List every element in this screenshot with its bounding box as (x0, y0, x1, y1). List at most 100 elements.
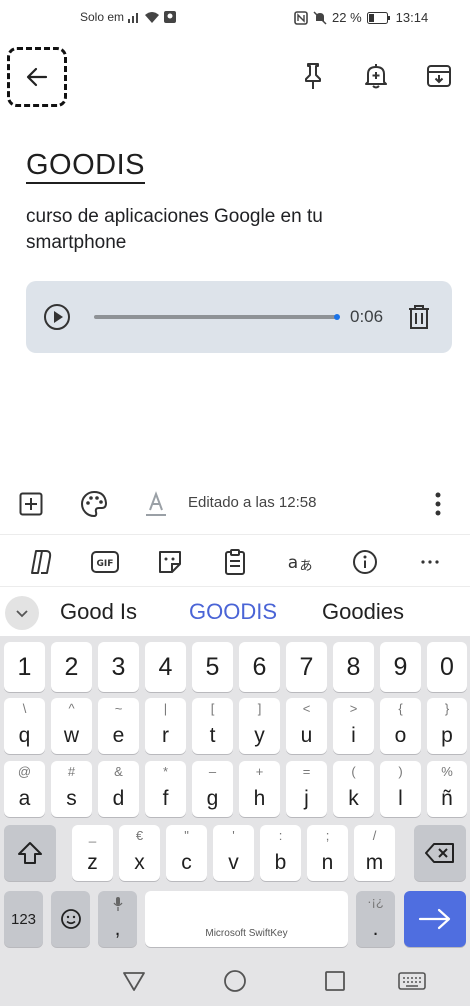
suggestion-2[interactable]: GOODIS (189, 599, 277, 625)
key-label: 1 (17, 652, 32, 681)
comma-key[interactable]: , (98, 891, 137, 947)
key-label: p (441, 724, 453, 747)
key-u[interactable]: < u (286, 698, 327, 754)
key-1[interactable]: 1 (4, 642, 45, 692)
key-hint: ' (232, 828, 235, 843)
key-3[interactable]: 3 (98, 642, 139, 692)
key-7[interactable]: 7 (286, 642, 327, 692)
back-button[interactable] (7, 47, 67, 107)
key-label: q (18, 724, 31, 747)
key-v[interactable]: ' v (213, 825, 254, 881)
key-m[interactable]: / m (354, 825, 395, 881)
nav-recents-button[interactable] (322, 968, 348, 994)
enter-key[interactable] (404, 891, 466, 947)
key-hint: ) (398, 764, 403, 779)
key-n[interactable]: ; n (307, 825, 348, 881)
reminder-button[interactable] (360, 60, 392, 92)
key-hint: – (208, 764, 217, 779)
emoji-key[interactable] (51, 891, 90, 947)
key-g[interactable]: – g (192, 761, 233, 817)
key-s[interactable]: # s (51, 761, 92, 817)
more-vert-icon (434, 492, 442, 516)
key-hint: + (255, 764, 264, 779)
key-5[interactable]: 5 (192, 642, 233, 692)
notification-icon (163, 10, 177, 24)
play-button[interactable] (42, 302, 72, 332)
key-6[interactable]: 6 (239, 642, 280, 692)
key-label: , (114, 917, 121, 940)
key-label: 5 (205, 652, 220, 681)
key-e[interactable]: ~ e (98, 698, 139, 754)
expand-suggestions-button[interactable] (5, 596, 39, 630)
key-r[interactable]: | r (145, 698, 186, 754)
key-y[interactable]: ] y (239, 698, 280, 754)
key-z[interactable]: _ z (72, 825, 113, 881)
key-q[interactable]: \ q (4, 698, 45, 754)
space-bar[interactable]: Microsoft SwiftKey (145, 891, 348, 947)
key-f[interactable]: * f (145, 761, 186, 817)
key-n-tilde[interactable]: % ñ (427, 761, 467, 817)
key-8[interactable]: 8 (333, 642, 374, 692)
key-t[interactable]: [t (192, 698, 233, 754)
key-p[interactable]: } p (427, 698, 467, 754)
key-2[interactable]: 2 (51, 642, 92, 692)
status-right: 22 % 13:14 (294, 10, 428, 25)
key-label: . (372, 917, 379, 940)
period-key[interactable]: ·¡¿ . (356, 891, 395, 947)
gif-button[interactable]: GIF (90, 547, 120, 577)
archive-button[interactable] (423, 60, 455, 92)
palette-icon (80, 490, 108, 518)
shift-key[interactable] (4, 825, 56, 881)
key-label: e (112, 724, 125, 747)
key-hint: { (398, 701, 403, 716)
more-tools-button[interactable] (415, 547, 445, 577)
key-hint: " (184, 828, 189, 843)
edited-timestamp: Editado a las 12:58 (188, 494, 317, 511)
key-label: a (18, 787, 31, 810)
note-title[interactable]: GOODIS (26, 148, 146, 184)
key-label: ñ (441, 787, 453, 810)
note-body[interactable]: curso de aplicaciones Google en tu smart… (26, 204, 426, 256)
key-b[interactable]: :b (260, 825, 301, 881)
more-options-button[interactable] (424, 490, 452, 518)
key-d[interactable]: & d (98, 761, 139, 817)
nav-back-button[interactable] (121, 968, 147, 994)
symbols-key[interactable]: 123 (4, 891, 43, 947)
hide-keyboard-button[interactable] (398, 968, 426, 994)
nav-home-button[interactable] (222, 968, 248, 994)
key-9[interactable]: 9 (380, 642, 421, 692)
mute-icon (313, 10, 327, 25)
key-0[interactable]: 0 (427, 642, 467, 692)
backspace-key[interactable] (414, 825, 466, 881)
key-o[interactable]: {o (380, 698, 421, 754)
info-button[interactable] (350, 547, 380, 577)
color-theme-button[interactable] (80, 490, 108, 518)
delete-audio-button[interactable] (406, 303, 434, 331)
key-w[interactable]: ^ w (51, 698, 92, 754)
key-h[interactable]: + h (239, 761, 280, 817)
key-label: z (87, 851, 98, 874)
key-j[interactable]: = j (286, 761, 327, 817)
clipboard-button[interactable] (220, 547, 250, 577)
add-content-button[interactable] (17, 490, 45, 518)
pin-button[interactable] (297, 60, 329, 92)
copilot-button[interactable] (26, 547, 56, 577)
key-c[interactable]: " c (166, 825, 207, 881)
key-label: h (253, 787, 266, 810)
audio-duration: 0:06 (350, 307, 384, 326)
key-k[interactable]: (k (333, 761, 374, 817)
suggestion-1[interactable]: Good Is (60, 599, 137, 625)
audio-progress-thumb[interactable] (334, 314, 340, 320)
key-4[interactable]: 4 (145, 642, 186, 692)
key-a[interactable]: @ a (4, 761, 45, 817)
key-x[interactable]: € x (119, 825, 160, 881)
text-format-button[interactable] (142, 490, 170, 518)
key-hint: / (372, 828, 377, 843)
key-label: 3 (111, 652, 126, 681)
key-l[interactable]: ) l (380, 761, 421, 817)
suggestion-3[interactable]: Goodies (322, 599, 404, 625)
sticker-button[interactable] (155, 547, 185, 577)
audio-progress-track[interactable] (94, 315, 338, 319)
translate-button[interactable]: aあ (285, 547, 315, 577)
key-i[interactable]: > i (333, 698, 374, 754)
